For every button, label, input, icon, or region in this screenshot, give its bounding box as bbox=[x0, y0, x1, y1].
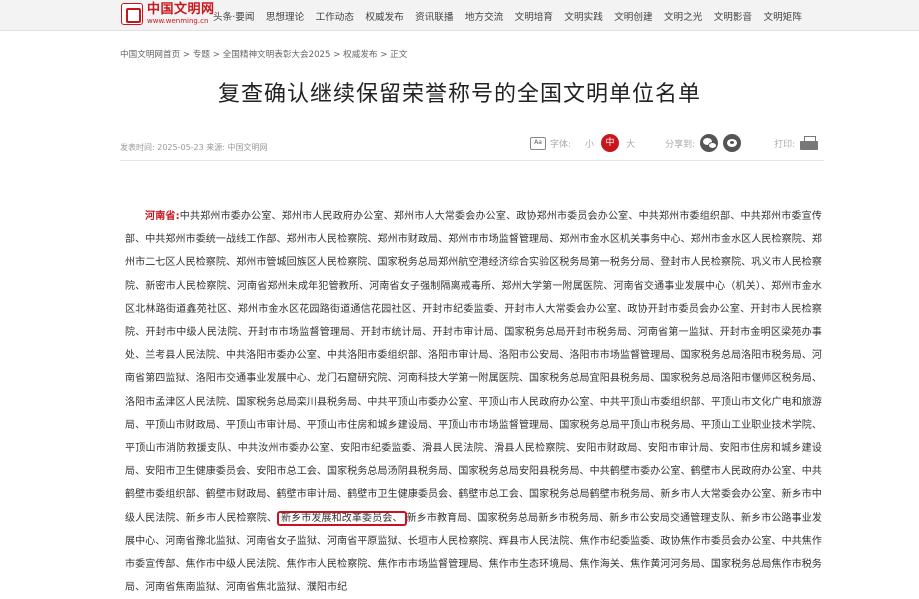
font-size-label: 字体: bbox=[550, 139, 572, 150]
site-logo[interactable]: 中国文明网 www.wenming.cn bbox=[121, 3, 215, 25]
logo-seal-icon bbox=[121, 3, 143, 25]
publish-info: 发表时间: 2025-05-23 来源: 中国文明网 bbox=[120, 143, 268, 152]
logo-name: 中国文明网 bbox=[147, 2, 215, 17]
page-title: 复查确认继续保留荣誉称号的全国文明单位名单 bbox=[217, 82, 701, 107]
top-navigation-bar: 中国文明网 www.wenming.cn 头条·要闻 思想理论 工作动态 权威发… bbox=[0, 0, 919, 31]
wechat-icon[interactable] bbox=[700, 134, 719, 152]
nav-item-local-exchange[interactable]: 地方交流 bbox=[465, 9, 503, 23]
main-nav: 头条·要闻 思想理论 工作动态 权威发布 资讯联播 地方交流 文明培育 文明实践… bbox=[213, 9, 813, 23]
weibo-icon[interactable] bbox=[723, 134, 742, 152]
nav-item-work-news[interactable]: 工作动态 bbox=[316, 9, 354, 23]
font-large-button[interactable]: 大 bbox=[626, 137, 635, 150]
highlighted-unit: 新乡市发展和改革委员会、 bbox=[277, 510, 407, 526]
nav-item-headlines[interactable]: 头条·要闻 bbox=[213, 9, 254, 23]
nav-item-civilization-media[interactable]: 文明影音 bbox=[714, 9, 752, 23]
nav-item-theory[interactable]: 思想理论 bbox=[266, 9, 304, 23]
font-medium-button[interactable]: 中 bbox=[601, 134, 620, 152]
header-divider bbox=[120, 160, 824, 161]
nav-item-news-feed[interactable]: 资讯联播 bbox=[415, 9, 453, 23]
nav-item-civilization-practice[interactable]: 文明实践 bbox=[564, 9, 602, 23]
unit-list-text-continued: 新乡市教育局、国家税务总局新乡市税务局、新乡市公安局交通管理支队、新乡市公路事业… bbox=[125, 512, 822, 594]
printer-icon[interactable] bbox=[800, 136, 819, 150]
nav-item-civilization-creation[interactable]: 文明创建 bbox=[614, 9, 652, 23]
nav-item-official-release[interactable]: 权威发布 bbox=[365, 9, 403, 23]
breadcrumb-text[interactable]: 中国文明网首页 > 专题 > 全国精神文明表彰大会2025 > 权威发布 > 正… bbox=[120, 50, 407, 60]
nav-item-civilization-light[interactable]: 文明之光 bbox=[664, 9, 702, 23]
province-label: 河南省: bbox=[145, 211, 180, 222]
logo-url: www.wenming.cn bbox=[147, 17, 209, 25]
breadcrumb[interactable]: 中国文明网首页 > 专题 > 全国精神文明表彰大会2025 > 权威发布 > 正… bbox=[120, 48, 407, 60]
nav-item-civilization-cultivation[interactable]: 文明培育 bbox=[515, 9, 553, 23]
article-body: 河南省:中共郑州市委办公室、郑州市人民政府办公室、郑州市人大常委会办公室、政协郑… bbox=[125, 205, 822, 599]
font-size-icon: Aa bbox=[530, 136, 546, 150]
font-small-button[interactable]: 小 bbox=[585, 137, 594, 150]
unit-list-text: 中共郑州市委办公室、郑州市人民政府办公室、郑州市人大常委会办公室、政协郑州市委员… bbox=[125, 211, 822, 524]
article-tools: Aa 字体: 小 中 大 分享到: 打印: bbox=[530, 134, 819, 152]
share-label: 分享到: bbox=[665, 139, 696, 150]
print-label: 打印: bbox=[774, 139, 796, 150]
nav-item-civilization-matrix[interactable]: 文明矩阵 bbox=[763, 9, 801, 23]
